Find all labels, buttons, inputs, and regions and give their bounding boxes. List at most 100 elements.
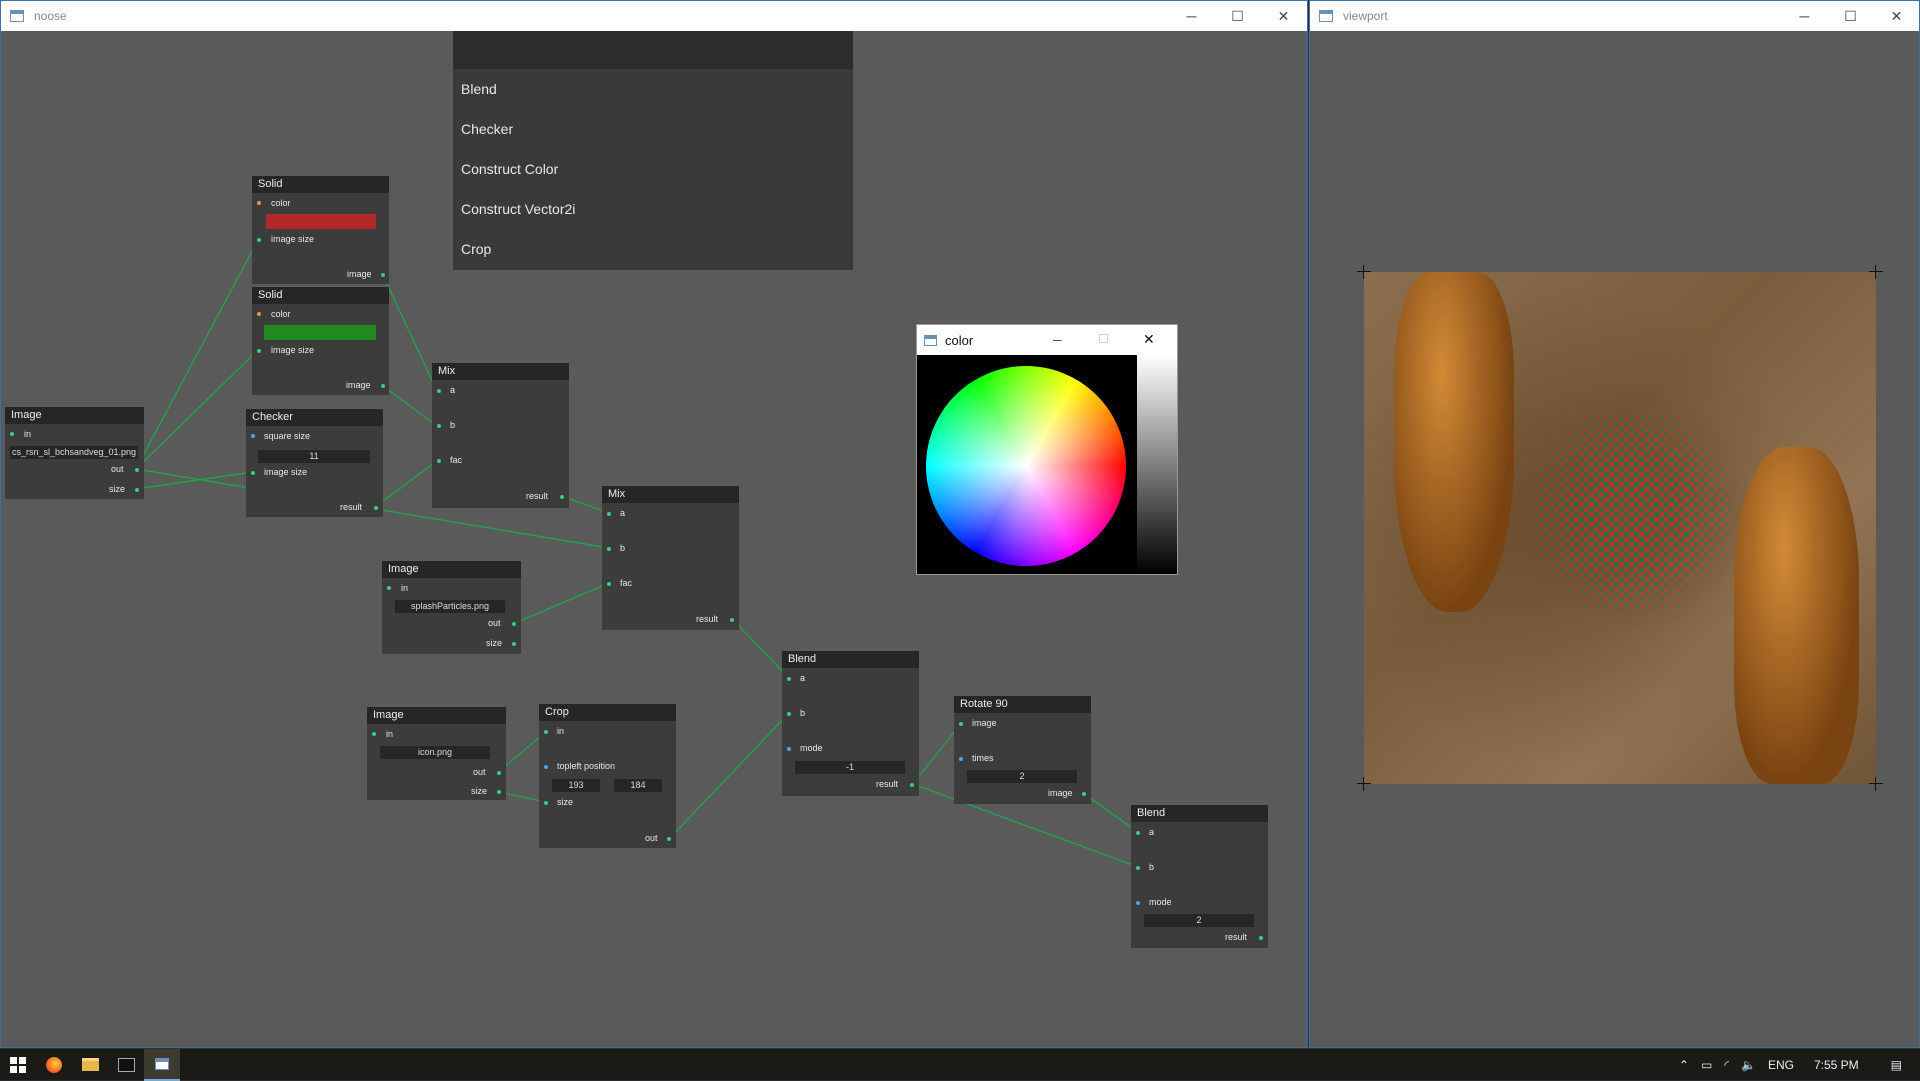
image-socket[interactable] xyxy=(959,722,963,726)
fac-socket[interactable] xyxy=(437,459,441,463)
maximize-button[interactable]: ☐ xyxy=(1098,332,1109,346)
a-socket[interactable] xyxy=(787,677,791,681)
minimize-button[interactable]: ─ xyxy=(1053,333,1062,347)
clock[interactable]: 7:55 PM xyxy=(1814,1058,1859,1072)
blend-node[interactable]: Blend a b mode 2 result xyxy=(1131,805,1268,948)
node-title[interactable]: Checker xyxy=(246,409,383,426)
checker-node[interactable]: Checker square size 11 image size result xyxy=(246,409,383,517)
image-size-socket[interactable] xyxy=(251,471,255,475)
solid-node[interactable]: Solid color image size image xyxy=(252,176,389,284)
maximize-button[interactable]: ☐ xyxy=(1828,1,1873,31)
viewport-render-image[interactable] xyxy=(1364,272,1876,784)
image-size-socket[interactable] xyxy=(257,349,261,353)
color-dialog-titlebar[interactable]: color ─ ☐ ✕ xyxy=(917,325,1177,355)
image-size-socket[interactable] xyxy=(257,238,261,242)
crop-node[interactable]: Crop in topleft position 193 184 size ou… xyxy=(539,704,676,848)
square-size-socket[interactable] xyxy=(251,434,255,438)
file-path-field[interactable]: splashParticles.png xyxy=(395,600,505,613)
node-title[interactable]: Image xyxy=(5,407,144,424)
color-swatch[interactable] xyxy=(264,325,376,340)
minimize-button[interactable]: ─ xyxy=(1782,1,1827,31)
close-button[interactable]: ✕ xyxy=(1874,1,1919,31)
in-socket[interactable] xyxy=(372,732,376,736)
image-output-socket[interactable] xyxy=(1082,792,1086,796)
menu-item-construct-vector2i[interactable]: Construct Vector2i xyxy=(453,189,853,229)
b-socket[interactable] xyxy=(607,547,611,551)
result-socket[interactable] xyxy=(560,495,564,499)
node-title[interactable]: Solid xyxy=(252,287,389,304)
mix-node[interactable]: Mix a b fac result xyxy=(432,363,569,508)
solid-node[interactable]: Solid color image size image xyxy=(252,287,389,395)
battery-icon[interactable]: ▭ xyxy=(1701,1058,1712,1072)
size-socket[interactable] xyxy=(497,790,501,794)
noose-app-icon[interactable] xyxy=(144,1048,180,1081)
square-size-field[interactable]: 11 xyxy=(258,450,370,463)
mode-field[interactable]: 2 xyxy=(1144,914,1254,927)
image-output-socket[interactable] xyxy=(381,384,385,388)
times-field[interactable]: 2 xyxy=(967,770,1077,783)
result-socket[interactable] xyxy=(1259,936,1263,940)
volume-icon[interactable]: 🔈 xyxy=(1741,1058,1756,1072)
mode-socket[interactable] xyxy=(1136,901,1140,905)
node-title[interactable]: Mix xyxy=(602,486,739,503)
terminal-icon[interactable] xyxy=(108,1049,144,1081)
menu-item-checker[interactable]: Checker xyxy=(453,109,853,149)
node-title[interactable]: Crop xyxy=(539,704,676,721)
menu-search-header[interactable] xyxy=(453,31,853,69)
node-title[interactable]: Blend xyxy=(782,651,919,668)
out-socket[interactable] xyxy=(135,468,139,472)
file-explorer-icon[interactable] xyxy=(72,1049,108,1081)
rotate-90-node[interactable]: Rotate 90 image times 2 image xyxy=(954,696,1091,804)
times-socket[interactable] xyxy=(959,757,963,761)
value-slider[interactable] xyxy=(1137,355,1177,574)
result-socket[interactable] xyxy=(910,783,914,787)
b-socket[interactable] xyxy=(1136,866,1140,870)
out-socket[interactable] xyxy=(497,771,501,775)
in-socket[interactable] xyxy=(387,586,391,590)
close-button[interactable]: ✕ xyxy=(1143,331,1155,348)
language-indicator[interactable]: ENG xyxy=(1768,1058,1794,1072)
size-socket[interactable] xyxy=(512,642,516,646)
viewport-titlebar[interactable]: viewport ─ ☐ ✕ xyxy=(1310,1,1919,31)
in-socket[interactable] xyxy=(10,432,14,436)
fac-socket[interactable] xyxy=(607,582,611,586)
node-title[interactable]: Image xyxy=(367,707,506,724)
out-socket[interactable] xyxy=(667,837,671,841)
node-title[interactable]: Mix xyxy=(432,363,569,380)
result-socket[interactable] xyxy=(730,618,734,622)
mode-field[interactable]: -1 xyxy=(795,761,905,774)
node-title[interactable]: Blend xyxy=(1131,805,1268,822)
topleft-socket[interactable] xyxy=(544,765,548,769)
menu-item-crop[interactable]: Crop xyxy=(453,229,853,269)
a-socket[interactable] xyxy=(437,389,441,393)
menu-item-construct-color[interactable]: Construct Color xyxy=(453,149,853,189)
mode-socket[interactable] xyxy=(787,747,791,751)
firefox-icon[interactable] xyxy=(36,1049,72,1081)
in-socket[interactable] xyxy=(544,730,548,734)
file-path-field[interactable]: cs_rsn_sl_bchsandveg_01.png xyxy=(10,446,138,459)
image-node[interactable]: Image in cs_rsn_sl_bchsandveg_01.png out… xyxy=(5,407,144,499)
a-socket[interactable] xyxy=(1136,831,1140,835)
size-socket[interactable] xyxy=(544,801,548,805)
color-socket[interactable] xyxy=(257,201,261,205)
node-title[interactable]: Rotate 90 xyxy=(954,696,1091,713)
topleft-y-field[interactable]: 184 xyxy=(614,779,662,792)
b-socket[interactable] xyxy=(787,712,791,716)
color-swatch[interactable] xyxy=(266,214,376,229)
notification-icon[interactable]: ▤ xyxy=(1891,1058,1902,1072)
chevron-up-icon[interactable]: ⌃ xyxy=(1679,1058,1689,1072)
a-socket[interactable] xyxy=(607,512,611,516)
file-path-field[interactable]: icon.png xyxy=(380,746,490,759)
size-socket[interactable] xyxy=(135,488,139,492)
color-socket[interactable] xyxy=(257,312,261,316)
color-wheel[interactable] xyxy=(926,366,1126,566)
image-node[interactable]: Image in splashParticles.png out size xyxy=(382,561,521,654)
topleft-x-field[interactable]: 193 xyxy=(552,779,600,792)
b-socket[interactable] xyxy=(437,424,441,428)
blend-node[interactable]: Blend a b mode -1 result xyxy=(782,651,919,796)
image-output-socket[interactable] xyxy=(381,273,385,277)
wifi-icon[interactable]: ◜ xyxy=(1724,1058,1729,1072)
image-node[interactable]: Image in icon.png out size xyxy=(367,707,506,800)
start-windows-icon[interactable] xyxy=(0,1049,36,1081)
result-socket[interactable] xyxy=(374,506,378,510)
